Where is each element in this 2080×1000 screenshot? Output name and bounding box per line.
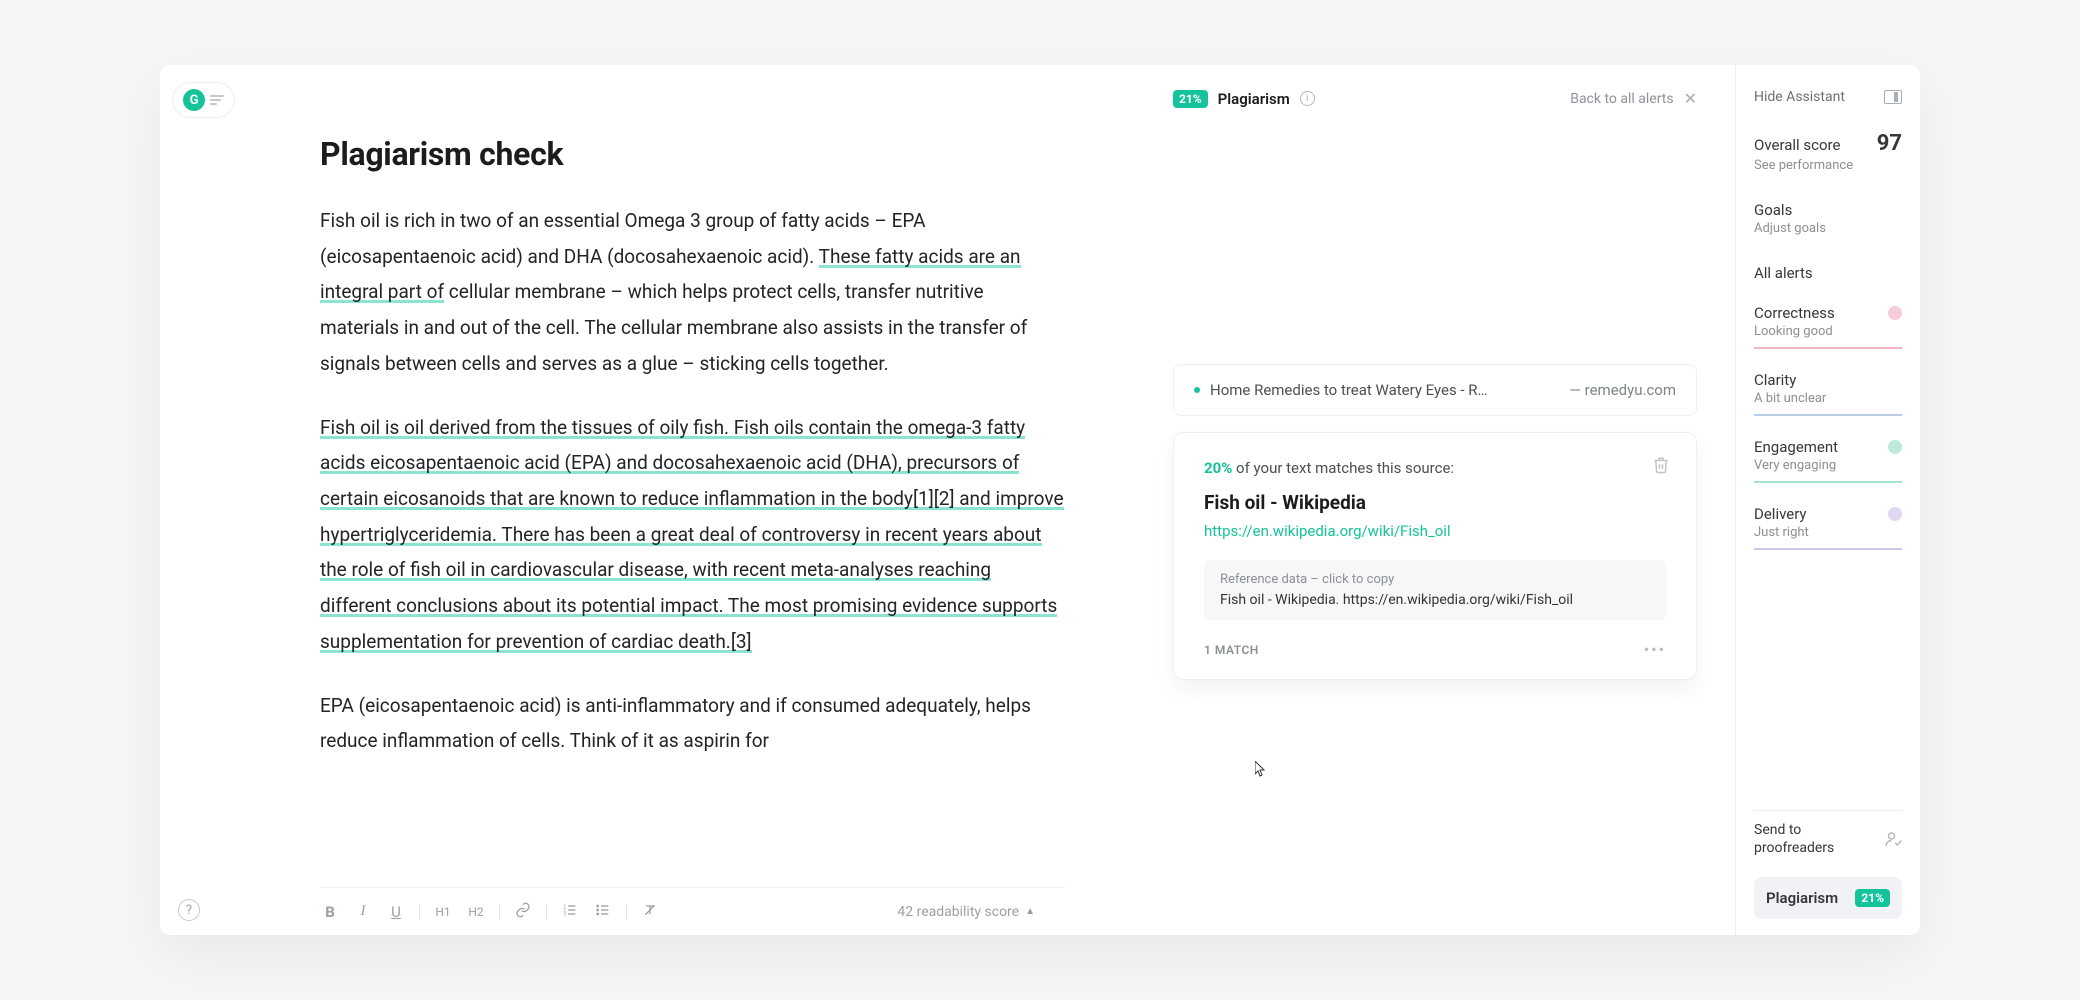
reference-label: Reference data – click to copy bbox=[1220, 572, 1650, 587]
source-title: Home Remedies to treat Watery Eyes - R… bbox=[1210, 381, 1559, 399]
more-options-icon[interactable]: ••• bbox=[1644, 640, 1666, 659]
proofreaders-label: Send to proofreaders bbox=[1754, 821, 1834, 857]
alert-detail-header: 21% Plagiarism i Back to all alerts ✕ bbox=[1173, 89, 1697, 108]
goals-label: Goals bbox=[1754, 201, 1902, 219]
toolbar-separator bbox=[419, 904, 420, 920]
status-badge-icon bbox=[1888, 507, 1902, 521]
numbered-list-button[interactable]: 123 bbox=[560, 902, 580, 922]
match-percent-line: 20% of your text matches this source: bbox=[1204, 459, 1666, 477]
reference-text: Fish oil - Wikipedia. https://en.wikiped… bbox=[1220, 592, 1650, 608]
link-button[interactable] bbox=[513, 902, 533, 922]
source-url-link[interactable]: https://en.wikipedia.org/wiki/Fish_oil bbox=[1204, 522, 1666, 540]
menu-icon bbox=[210, 95, 224, 105]
overall-score-value: 97 bbox=[1877, 131, 1902, 156]
alert-type-label: Plagiarism bbox=[1218, 90, 1290, 108]
see-performance-link: See performance bbox=[1754, 158, 1902, 173]
assistant-sidebar: Hide Assistant Overall score 97 See perf… bbox=[1735, 65, 1920, 935]
clear-formatting-button[interactable] bbox=[640, 902, 660, 922]
highlighted-run: Fish oil is oil derived from the tissues… bbox=[320, 416, 1064, 653]
close-icon[interactable]: ✕ bbox=[1684, 89, 1697, 108]
proofreader-icon bbox=[1884, 830, 1902, 848]
status-badge-icon bbox=[1888, 306, 1902, 320]
status-subtitle: Looking good bbox=[1754, 324, 1902, 339]
trash-icon[interactable] bbox=[1652, 455, 1670, 475]
toolbar-separator bbox=[626, 904, 627, 920]
back-link-label: Back to all alerts bbox=[1570, 91, 1673, 107]
status-correctness[interactable]: Correctness Looking good bbox=[1754, 304, 1902, 349]
status-title: Delivery bbox=[1754, 505, 1902, 523]
bullet-list-button[interactable] bbox=[593, 902, 613, 922]
h1-button[interactable]: H1 bbox=[433, 905, 453, 919]
goals-section[interactable]: Goals Adjust goals bbox=[1754, 201, 1902, 236]
overall-score-section[interactable]: Overall score 97 See performance bbox=[1754, 131, 1902, 173]
plagiarism-pill-label: Plagiarism bbox=[1766, 889, 1838, 907]
status-title: Correctness bbox=[1754, 304, 1902, 322]
status-subtitle: Just right bbox=[1754, 525, 1902, 540]
status-delivery[interactable]: Delivery Just right bbox=[1754, 505, 1902, 550]
italic-button[interactable]: I bbox=[353, 903, 373, 920]
status-clarity[interactable]: Clarity A bit unclear bbox=[1754, 371, 1902, 416]
match-percent: 20% bbox=[1204, 459, 1232, 477]
source-card-title: Fish oil - Wikipedia bbox=[1204, 491, 1666, 514]
plagiarism-sidebar-button[interactable]: Plagiarism 21% bbox=[1754, 877, 1902, 919]
paragraph-2: Fish oil is oil derived from the tissues… bbox=[320, 410, 1065, 660]
plagiarism-pill-pct: 21% bbox=[1855, 889, 1890, 907]
document-body[interactable]: Fish oil is rich in two of an essential … bbox=[320, 203, 1065, 887]
status-title: Clarity bbox=[1754, 371, 1902, 389]
h2-button[interactable]: H2 bbox=[466, 905, 486, 919]
all-alerts-link[interactable]: All alerts bbox=[1754, 264, 1902, 282]
readability-label: 42 readability score bbox=[897, 904, 1019, 920]
overall-score-label: Overall score bbox=[1754, 136, 1840, 154]
source-result-row[interactable]: Home Remedies to treat Watery Eyes - R… … bbox=[1173, 364, 1697, 416]
document-title: Plagiarism check bbox=[320, 135, 1065, 173]
plagiarism-percent-badge: 21% bbox=[1173, 90, 1208, 108]
readability-score[interactable]: 42 readability score ▲ bbox=[897, 904, 1035, 920]
editor-column: ? Plagiarism check Fish oil is rich in t… bbox=[160, 65, 1155, 935]
match-count: 1 MATCH bbox=[1204, 643, 1259, 657]
status-title: Engagement bbox=[1754, 438, 1902, 456]
adjust-goals-link: Adjust goals bbox=[1754, 221, 1902, 236]
paragraph-1: Fish oil is rich in two of an essential … bbox=[320, 203, 1065, 382]
underline-button[interactable]: U bbox=[386, 903, 406, 921]
match-percent-suffix: of your text matches this source: bbox=[1232, 459, 1454, 477]
info-icon[interactable]: i bbox=[1300, 91, 1315, 106]
hide-assistant-label: Hide Assistant bbox=[1754, 89, 1845, 105]
all-alerts-label: All alerts bbox=[1754, 264, 1902, 282]
status-badge-icon bbox=[1888, 440, 1902, 454]
hide-assistant-button[interactable]: Hide Assistant bbox=[1754, 89, 1902, 105]
send-to-proofreaders-button[interactable]: Send to proofreaders bbox=[1754, 810, 1902, 867]
result-dot-icon bbox=[1194, 387, 1200, 393]
cursor-icon bbox=[1255, 761, 1267, 777]
editor-toolbar: B I U H1 H2 123 42 readability score bbox=[320, 887, 1065, 935]
toolbar-separator bbox=[499, 904, 500, 920]
paragraph-3: EPA (eicosapentaenoic acid) is anti-infl… bbox=[320, 688, 1065, 759]
status-subtitle: Very engaging bbox=[1754, 458, 1902, 473]
card-footer: 1 MATCH ••• bbox=[1204, 640, 1666, 659]
status-engagement[interactable]: Engagement Very engaging bbox=[1754, 438, 1902, 483]
help-icon[interactable]: ? bbox=[178, 899, 200, 921]
svg-text:3: 3 bbox=[563, 911, 566, 917]
status-subtitle: A bit unclear bbox=[1754, 391, 1902, 406]
plagiarism-source-card: 20% of your text matches this source: Fi… bbox=[1173, 432, 1697, 680]
reference-copy-box[interactable]: Reference data – click to copy Fish oil … bbox=[1204, 560, 1666, 620]
panel-toggle-icon bbox=[1884, 90, 1902, 104]
back-to-alerts-link[interactable]: Back to all alerts ✕ bbox=[1570, 89, 1697, 108]
grammarly-logo-icon: G bbox=[183, 89, 205, 111]
logo-menu-pill[interactable]: G bbox=[172, 82, 235, 118]
source-domain: — remedyu.com bbox=[1569, 381, 1676, 399]
toolbar-separator bbox=[546, 904, 547, 920]
bold-button[interactable]: B bbox=[320, 903, 340, 921]
alert-detail-column: 21% Plagiarism i Back to all alerts ✕ Ho… bbox=[1155, 65, 1735, 935]
app-window: G ? Plagiarism check Fish oil is rich in… bbox=[160, 65, 1920, 935]
